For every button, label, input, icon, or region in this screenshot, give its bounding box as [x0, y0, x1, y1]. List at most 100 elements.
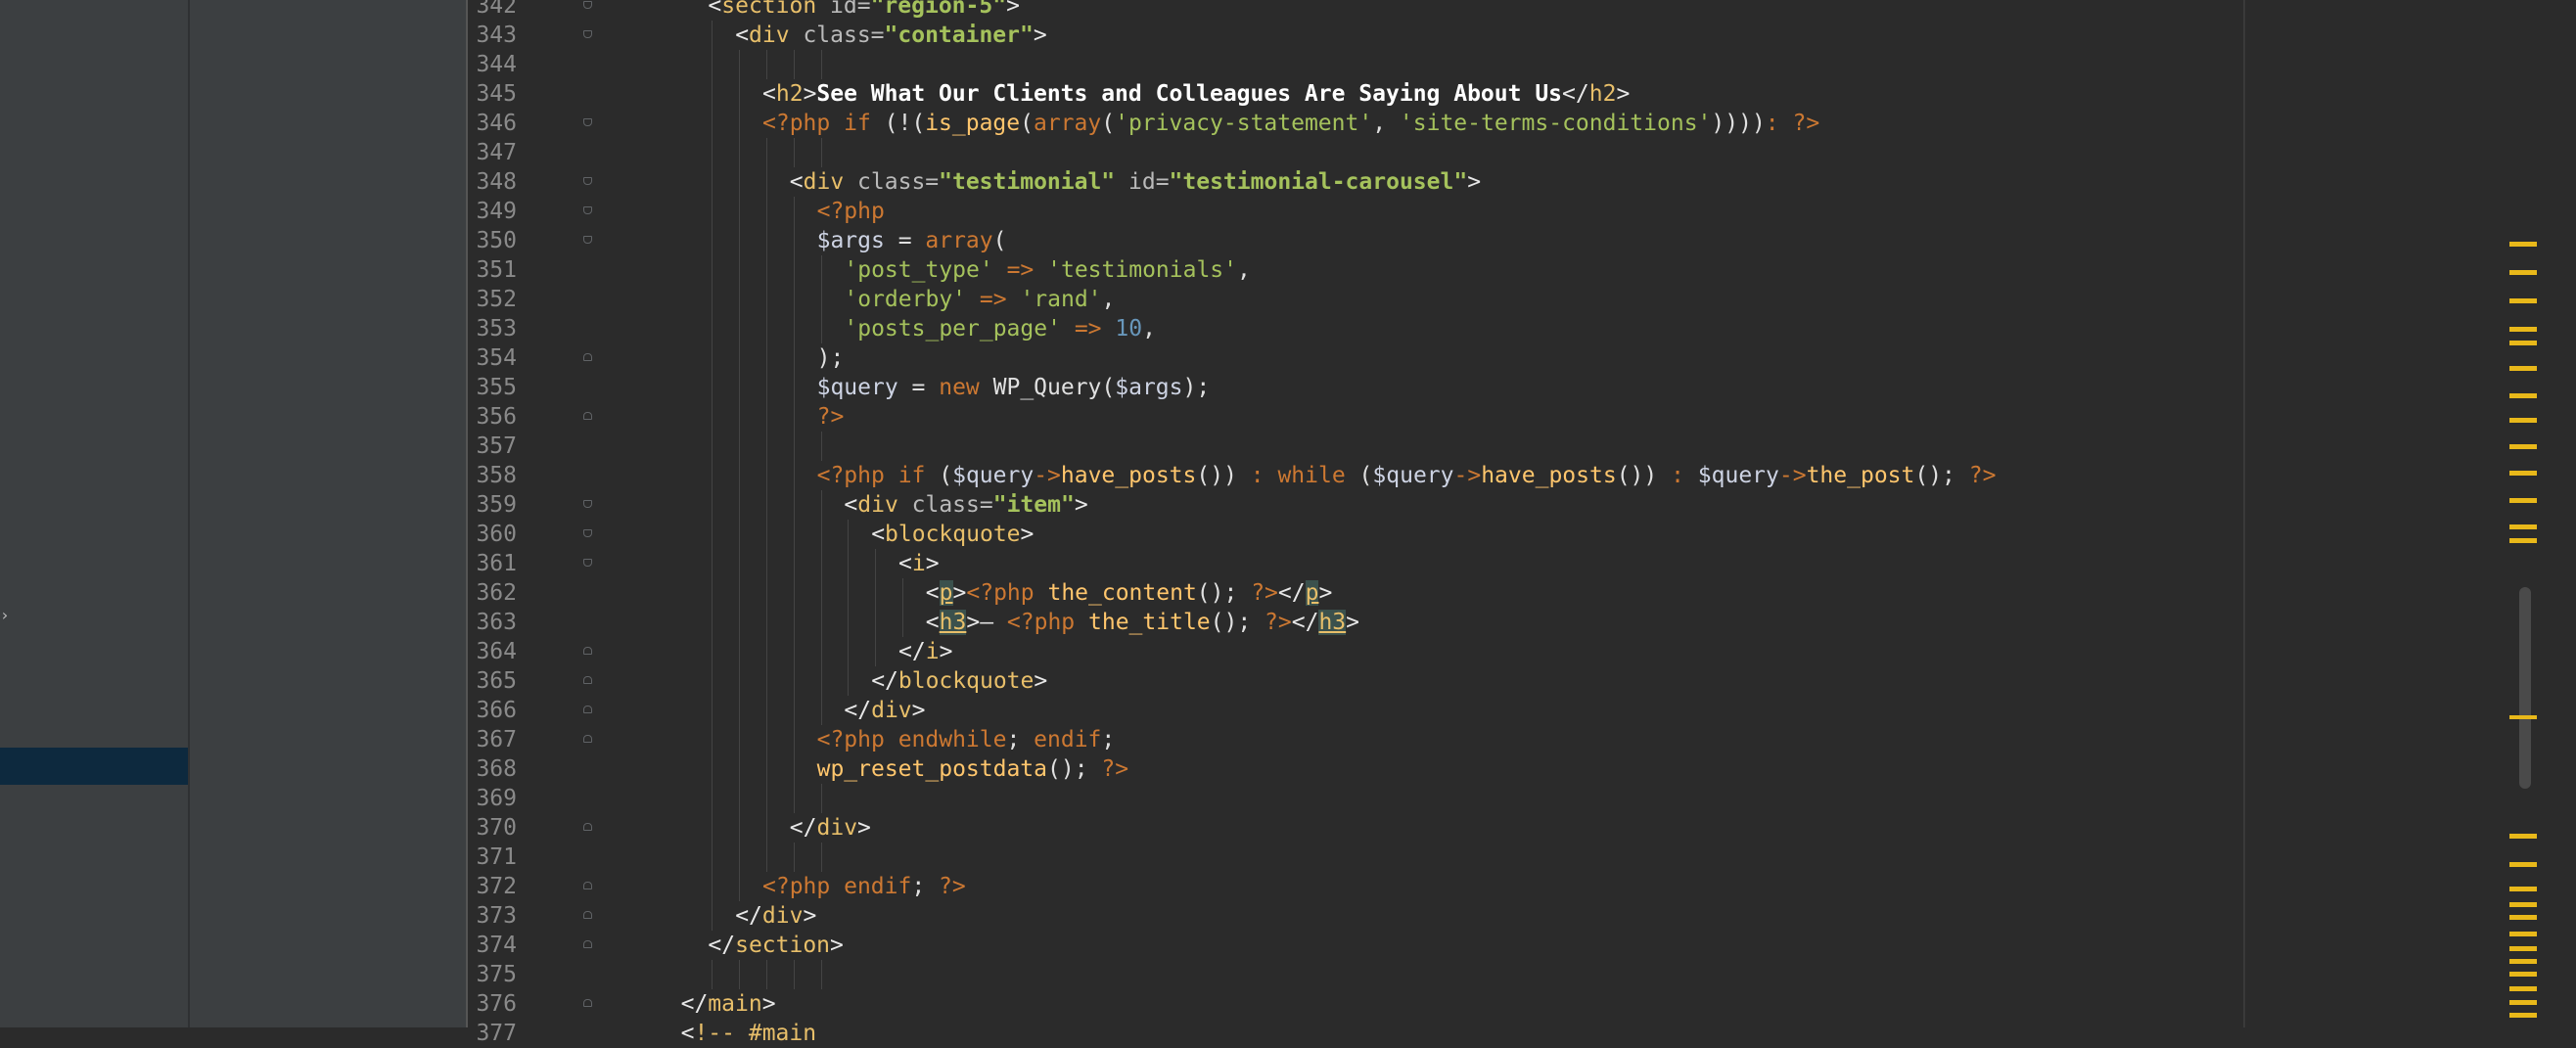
indent-guide: [766, 520, 767, 549]
code-text[interactable]: <p><?php the_content(); ?></p>: [926, 578, 1332, 608]
indent-guide: [739, 402, 741, 432]
code-text[interactable]: <?php endif; ?>: [762, 872, 966, 901]
fold-marker-icon[interactable]: [580, 880, 596, 895]
code-text[interactable]: </i>: [898, 637, 952, 666]
code-text[interactable]: <?php if ($query->have_posts()) : while …: [817, 461, 1997, 490]
code-text[interactable]: <h2>See What Our Clients and Colleagues …: [762, 79, 1630, 109]
code-text[interactable]: </main>: [681, 989, 776, 1019]
indent-guide: [793, 285, 795, 314]
fold-marker-icon[interactable]: [580, 909, 596, 925]
fold-marker-icon[interactable]: [580, 821, 596, 837]
code-text[interactable]: </div>: [844, 696, 925, 725]
code-text[interactable]: <div class="testimonial" id="testimonial…: [790, 167, 1481, 197]
error-stripe-mark[interactable]: [2509, 242, 2537, 247]
code-token: </: [735, 903, 762, 929]
code-text[interactable]: <blockquote>: [871, 520, 1034, 549]
code-text[interactable]: </div>: [735, 901, 816, 931]
vertical-scrollbar-thumb[interactable]: [2519, 587, 2531, 789]
fold-marker-icon[interactable]: [580, 733, 596, 749]
error-stripe-mark[interactable]: [2509, 327, 2537, 332]
code-text[interactable]: <div class="item">: [844, 490, 1087, 520]
error-stripe-mark[interactable]: [2509, 972, 2537, 977]
fold-marker-icon[interactable]: [580, 704, 596, 719]
indent-guide: [739, 549, 741, 578]
fold-marker-icon[interactable]: [580, 351, 596, 367]
code-token: >: [925, 551, 940, 576]
fold-marker-icon[interactable]: [580, 645, 596, 661]
indent-guide: [820, 637, 822, 666]
code-text[interactable]: <div class="container">: [735, 21, 1047, 50]
code-text[interactable]: $args = array(: [817, 226, 1007, 255]
line-number: 351: [476, 257, 517, 283]
indent-guide: [766, 960, 767, 989]
code-text[interactable]: <?php if (!(is_page(array('privacy-state…: [762, 109, 1819, 138]
code-text[interactable]: <?php: [817, 197, 885, 226]
code-text[interactable]: $query = new WP_Query($args);: [817, 373, 1211, 402]
code-text[interactable]: ?>: [817, 402, 845, 432]
fold-marker-icon[interactable]: [580, 527, 596, 543]
error-stripe-mark[interactable]: [2509, 986, 2537, 991]
error-stripe-mark[interactable]: [2509, 834, 2537, 839]
error-stripe-mark[interactable]: [2509, 538, 2537, 543]
indent-guide: [712, 754, 713, 784]
fold-marker-icon[interactable]: [580, 28, 596, 44]
error-stripe-mark[interactable]: [2509, 498, 2537, 503]
indent-guide: [766, 578, 767, 608]
error-stripe-mark[interactable]: [2509, 915, 2537, 920]
error-stripe-mark[interactable]: [2509, 902, 2537, 907]
code-text[interactable]: );: [817, 343, 845, 373]
code-text[interactable]: </div>: [790, 813, 871, 843]
code-token: $query: [816, 375, 898, 400]
fold-marker-icon[interactable]: [580, 410, 596, 426]
code-text[interactable]: 'post_type' => 'testimonials',: [844, 255, 1250, 285]
error-stripe[interactable]: [2509, 0, 2539, 1027]
code-token: <: [844, 492, 858, 518]
code-text[interactable]: <h3>– <?php the_title(); ?></h3>: [926, 608, 1359, 637]
indent-guide: [739, 754, 741, 784]
error-stripe-mark[interactable]: [2509, 341, 2537, 345]
code-text[interactable]: 'posts_per_page' => 10,: [844, 314, 1156, 343]
error-stripe-mark[interactable]: [2509, 932, 2537, 936]
code-text[interactable]: 'orderby' => 'rand',: [844, 285, 1115, 314]
error-stripe-mark[interactable]: [2509, 959, 2537, 964]
fold-marker-icon[interactable]: [580, 0, 596, 15]
error-stripe-mark[interactable]: [2509, 946, 2537, 951]
fold-marker-icon[interactable]: [580, 557, 596, 572]
error-stripe-mark[interactable]: [2509, 887, 2537, 891]
indent-guide: [712, 285, 713, 314]
fold-marker-icon[interactable]: [580, 116, 596, 132]
fold-marker-icon[interactable]: [580, 175, 596, 191]
error-stripe-mark[interactable]: [2509, 862, 2537, 867]
fold-marker-icon[interactable]: [580, 674, 596, 690]
code-text[interactable]: <!-- #main: [681, 1019, 816, 1048]
code-text[interactable]: <section id="region-5">: [708, 0, 1020, 21]
code-text[interactable]: </blockquote>: [871, 666, 1047, 696]
code-text[interactable]: wp_reset_postdata(); ?>: [817, 754, 1129, 784]
fold-marker-icon[interactable]: [580, 938, 596, 954]
code-text[interactable]: <i>: [898, 549, 940, 578]
error-stripe-mark[interactable]: [2509, 524, 2537, 529]
line-number: 375: [476, 962, 517, 987]
code-text[interactable]: </section>: [708, 931, 844, 960]
code-token: ,: [1237, 257, 1251, 283]
fold-marker-icon[interactable]: [580, 997, 596, 1013]
fold-marker-icon[interactable]: [580, 205, 596, 220]
error-stripe-mark[interactable]: [2509, 444, 2537, 449]
error-stripe-mark[interactable]: [2509, 393, 2537, 398]
error-stripe-mark[interactable]: [2509, 298, 2537, 303]
project-tree-selected-row[interactable]: [0, 748, 188, 785]
indent-guide: [820, 549, 822, 578]
error-stripe-mark[interactable]: [2509, 366, 2537, 371]
code-text[interactable]: <?php endwhile; endif;: [817, 725, 1116, 754]
fold-marker-icon[interactable]: [580, 234, 596, 250]
code-token: i: [925, 639, 940, 664]
error-stripe-mark[interactable]: [2509, 1013, 2537, 1018]
error-stripe-mark[interactable]: [2509, 270, 2537, 275]
fold-marker-icon[interactable]: [580, 498, 596, 514]
indent-guide: [820, 432, 822, 461]
error-stripe-mark[interactable]: [2509, 1000, 2537, 1005]
error-stripe-mark[interactable]: [2509, 471, 2537, 476]
indent-guide: [712, 696, 713, 725]
error-stripe-mark[interactable]: [2509, 418, 2537, 423]
